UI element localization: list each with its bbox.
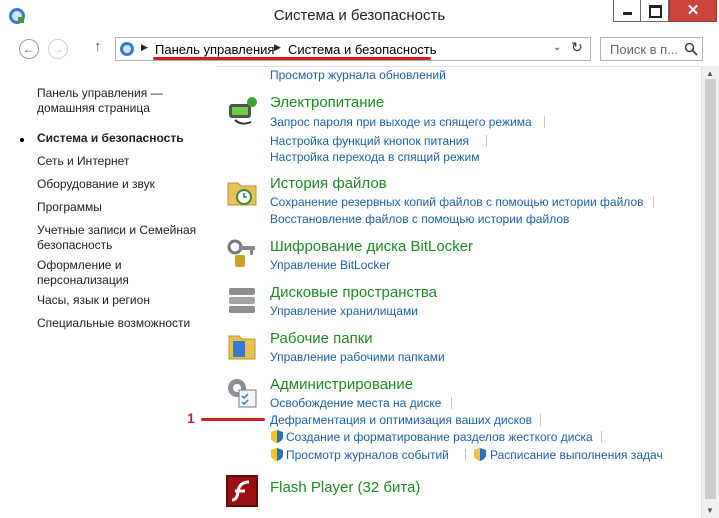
sidebar-item-hardware-sound[interactable]: Оборудование и звук <box>37 177 207 192</box>
flash-player-title[interactable]: Flash Player (32 бита) <box>270 479 420 496</box>
bitlocker-title[interactable]: Шифрование диска BitLocker <box>270 238 473 255</box>
admin-event-logs-link[interactable]: Просмотр журналов событий <box>286 448 449 462</box>
power-link-password[interactable]: Запрос пароля при выходе из спящего режи… <box>270 115 532 129</box>
back-button[interactable]: ← <box>19 39 39 59</box>
breadcrumb-system-security[interactable]: Система и безопасность <box>288 42 437 57</box>
admin-tools-title[interactable]: Администрирование <box>270 376 413 393</box>
flash-icon <box>226 475 258 507</box>
shield-icon <box>271 430 283 443</box>
annotation-underline <box>201 418 265 421</box>
forward-button[interactable]: → <box>48 39 68 59</box>
work-folders-manage-link[interactable]: Управление рабочими папками <box>270 350 445 364</box>
content-pane: Просмотр журнала обновлений Электропитан… <box>215 66 701 518</box>
search-input[interactable]: Поиск в п... <box>600 37 703 61</box>
control-panel-icon <box>120 42 134 56</box>
link-separator <box>465 449 466 461</box>
storage-spaces-icon <box>229 288 255 313</box>
window-title: Система и безопасность <box>273 7 446 24</box>
power-link-buttons[interactable]: Настройка функций кнопок питания <box>270 134 469 148</box>
sidebar-item-appearance[interactable]: Оформление и персонализация <box>37 258 207 288</box>
file-history-restore-link[interactable]: Восстановление файлов с помощью истории … <box>270 212 569 226</box>
shield-icon <box>474 448 486 461</box>
sidebar-item-accounts[interactable]: Учетные записи и Семейная безопасность <box>37 223 207 253</box>
file-history-icon <box>227 182 257 206</box>
link-separator <box>653 196 654 208</box>
admin-defrag-link[interactable]: Дефрагментация и оптимизация ваших диско… <box>270 413 532 427</box>
title-bar: Система и безопасность ✕ <box>0 0 719 35</box>
back-arrow-icon: ← <box>23 42 35 56</box>
power-link-sleep[interactable]: Настройка перехода в спящий режим <box>270 150 479 164</box>
link-separator <box>544 116 545 128</box>
close-icon: ✕ <box>686 2 700 19</box>
admin-task-scheduler-link[interactable]: Расписание выполнения задач <box>490 448 663 462</box>
bitlocker-manage-link[interactable]: Управление BitLocker <box>270 258 390 272</box>
sidebar-item-system-security[interactable]: Система и безопасность <box>37 131 207 146</box>
admin-disk-cleanup-link[interactable]: Освобождение места на диске <box>270 396 441 410</box>
link-separator <box>451 397 452 409</box>
search-icon[interactable] <box>684 42 698 56</box>
minimize-button[interactable] <box>613 0 641 22</box>
work-folders-icon <box>228 335 256 360</box>
link-separator <box>486 135 487 147</box>
shield-icon <box>271 448 283 461</box>
file-history-title[interactable]: История файлов <box>270 175 387 192</box>
breadcrumb-highlight-underline <box>153 57 431 60</box>
scroll-up-icon[interactable]: ▲ <box>706 69 714 78</box>
sidebar-item-clock-region[interactable]: Часы, язык и регион <box>37 293 207 308</box>
breadcrumb-chevron-icon[interactable]: ▶ <box>141 42 148 53</box>
storage-spaces-title[interactable]: Дисковые пространства <box>270 284 437 301</box>
sidebar-item-accessibility[interactable]: Специальные возможности <box>37 316 207 331</box>
view-update-history-link[interactable]: Просмотр журнала обновлений <box>270 68 446 82</box>
breadcrumb-chevron-icon[interactable]: ▶ <box>274 42 281 53</box>
link-separator <box>601 431 602 443</box>
bitlocker-keys-icon <box>227 239 255 267</box>
file-history-backup-link[interactable]: Сохранение резервных копий файлов с помо… <box>270 195 644 209</box>
admin-partition-link[interactable]: Создание и форматирование разделов жестк… <box>286 430 593 444</box>
refresh-icon[interactable]: ↻ <box>571 39 583 56</box>
scroll-thumb[interactable] <box>705 79 716 499</box>
link-separator <box>540 414 541 426</box>
close-button[interactable]: ✕ <box>669 0 717 22</box>
power-icon <box>229 97 257 125</box>
admin-tools-icon <box>228 379 257 408</box>
work-folders-title[interactable]: Рабочие папки <box>270 330 373 347</box>
sidebar-item-home[interactable]: Панель управления — домашняя страница <box>37 86 207 116</box>
storage-manage-link[interactable]: Управление хранилищами <box>270 304 418 318</box>
search-placeholder: Поиск в п... <box>610 42 679 57</box>
vertical-scrollbar[interactable]: ▲ ▼ <box>701 66 719 518</box>
navigation-bar: ← → ↑ ▶ Панель управления ▶ Система и бе… <box>0 34 719 67</box>
active-bullet <box>20 138 24 142</box>
forward-arrow-icon: → <box>52 42 64 56</box>
up-arrow-icon: ↑ <box>94 38 102 55</box>
breadcrumb-control-panel[interactable]: Панель управления <box>155 42 274 57</box>
up-button[interactable]: ↑ <box>94 38 102 55</box>
power-options-title[interactable]: Электропитание <box>270 94 384 111</box>
address-dropdown-icon[interactable]: ⌄ <box>553 42 561 53</box>
annotation-number: 1 <box>187 410 195 426</box>
sidebar-item-programs[interactable]: Программы <box>37 200 207 215</box>
maximize-button[interactable] <box>641 0 669 22</box>
scroll-down-icon[interactable]: ▼ <box>706 506 714 515</box>
sidebar-item-network[interactable]: Сеть и Интернет <box>37 154 207 169</box>
